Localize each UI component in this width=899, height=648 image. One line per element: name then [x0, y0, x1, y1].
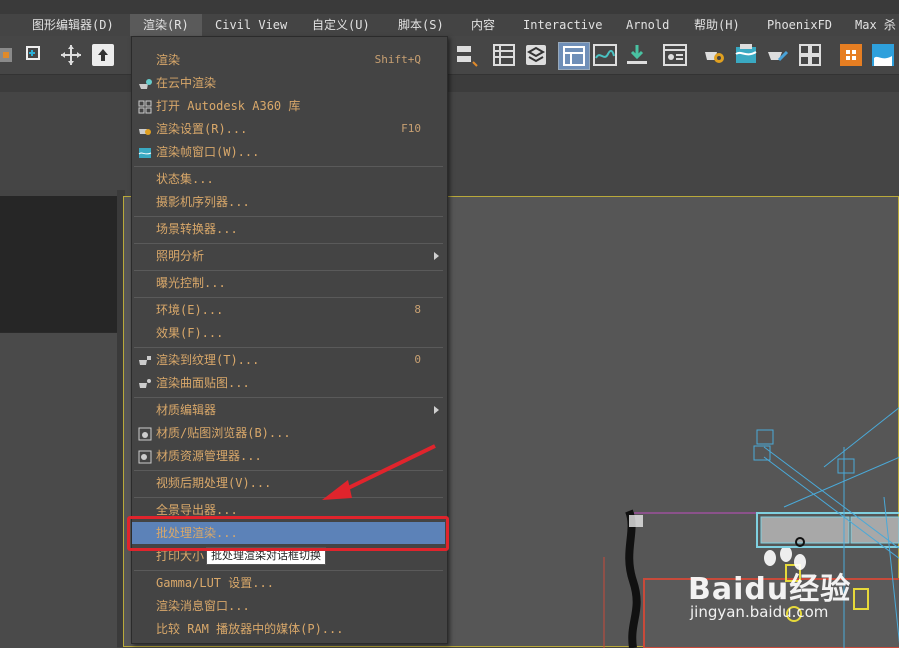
grid-tools-icon[interactable]	[797, 42, 823, 68]
menu-scripting[interactable]: 脚本(S)	[398, 14, 444, 36]
menu-arnold[interactable]: Arnold	[626, 14, 669, 36]
viewport-left[interactable]	[0, 332, 117, 648]
browser-icon	[138, 426, 152, 441]
render-texture-icon	[138, 353, 152, 367]
menu-item-exposure-control[interactable]: 曝光控制...	[132, 272, 445, 294]
menu-interactive[interactable]: Interactive	[523, 14, 602, 36]
menu-customize[interactable]: 自定义(U)	[312, 14, 370, 36]
menu-item-scene-converter[interactable]: 场景转换器...	[132, 218, 445, 240]
layer-icon[interactable]	[453, 42, 479, 68]
watermark-title: Baidu经验	[688, 572, 852, 607]
explorer-icon	[138, 449, 152, 464]
menu-bar: 图形编辑器(D) 渲染(R) Civil View 自定义(U) 脚本(S) 内…	[0, 14, 899, 37]
frame-window-icon	[138, 145, 152, 159]
watermark-url: jingyan.baidu.com	[690, 603, 829, 621]
teapot-cloud-icon	[138, 76, 152, 90]
menu-item-render-message-window[interactable]: 渲染消息窗口...	[132, 595, 445, 617]
rendered-frame-icon[interactable]	[733, 42, 759, 68]
schematic-view-icon[interactable]	[662, 42, 688, 68]
dope-sheet-icon[interactable]	[624, 42, 650, 68]
annotation-arrow-icon	[322, 444, 436, 500]
ribbon-toggle-icon[interactable]	[558, 42, 590, 70]
menu-item-camera-sequencer[interactable]: 摄影机序列器...	[132, 191, 445, 213]
menu-separator	[134, 166, 443, 167]
menu-item-compare-ram-player[interactable]: 比较 RAM 播放器中的媒体(P)...	[132, 618, 445, 640]
menu-graph-editors[interactable]: 图形编辑器(D)	[32, 14, 114, 36]
menu-item-render-in-cloud[interactable]: 在云中渲染	[132, 72, 445, 94]
menu-item-rendered-frame-window[interactable]: 渲染帧窗口(W)...	[132, 141, 445, 163]
menu-rendering[interactable]: 渲染(R)	[130, 14, 202, 36]
surface-map-icon	[138, 376, 152, 390]
menu-separator	[134, 297, 443, 298]
title-strip	[0, 0, 899, 14]
menu-item-open-a360[interactable]: 打开 Autodesk A360 库	[132, 95, 445, 117]
menu-civil-view[interactable]: Civil View	[215, 14, 287, 36]
dropdown-icon[interactable]	[0, 42, 14, 68]
select-link-icon[interactable]	[22, 42, 48, 68]
menu-separator	[134, 397, 443, 398]
submenu-arrow-icon	[434, 252, 439, 260]
render-setup-icon	[138, 122, 152, 136]
viewport-left-dark[interactable]	[0, 196, 117, 332]
render-production-icon[interactable]	[765, 42, 791, 68]
menu-item-gamma-lut[interactable]: Gamma/LUT 设置...	[132, 572, 445, 594]
layer-explorer-icon[interactable]	[523, 42, 549, 68]
render-setup-icon[interactable]	[701, 42, 727, 68]
menu-item-lighting-analysis[interactable]: 照明分析	[132, 245, 445, 267]
menu-help[interactable]: 帮助(H)	[694, 14, 740, 36]
menu-separator	[134, 243, 443, 244]
menu-content[interactable]: 内容	[471, 14, 495, 36]
menu-separator	[134, 216, 443, 217]
menu-item-state-sets[interactable]: 状态集...	[132, 168, 445, 190]
menu-item-render-surface-map[interactable]: 渲染曲面贴图...	[132, 372, 445, 394]
menu-item-effects[interactable]: 效果(F)...	[132, 322, 445, 344]
scene-explorer-icon[interactable]	[491, 42, 517, 68]
menu-max[interactable]: Max 杀	[855, 14, 896, 36]
grid-icon	[138, 99, 152, 114]
move-icon[interactable]	[58, 42, 84, 68]
upload-icon[interactable]	[90, 42, 116, 68]
arnold-render-icon[interactable]	[838, 42, 864, 68]
submenu-arrow-icon	[434, 406, 439, 414]
menu-separator	[134, 270, 443, 271]
menu-item-render[interactable]: 渲染 Shift+Q	[132, 49, 445, 71]
menu-phoenixfd[interactable]: PhoenixFD	[767, 14, 832, 36]
annotation-highlight-box	[127, 516, 449, 551]
menu-item-render-setup[interactable]: 渲染设置(R)... F10	[132, 118, 445, 140]
menu-separator	[134, 347, 443, 348]
baidu-watermark: Baidu经验 jingyan.baidu.com	[688, 548, 898, 628]
menu-separator	[134, 570, 443, 571]
menu-item-environment[interactable]: 环境(E)... 8	[132, 299, 445, 321]
menu-item-material-editor[interactable]: 材质编辑器	[132, 399, 445, 421]
menu-item-render-to-texture[interactable]: 渲染到纹理(T)... 0	[132, 349, 445, 371]
curve-editor-icon[interactable]	[592, 42, 618, 68]
phoenix-icon[interactable]	[870, 42, 896, 68]
